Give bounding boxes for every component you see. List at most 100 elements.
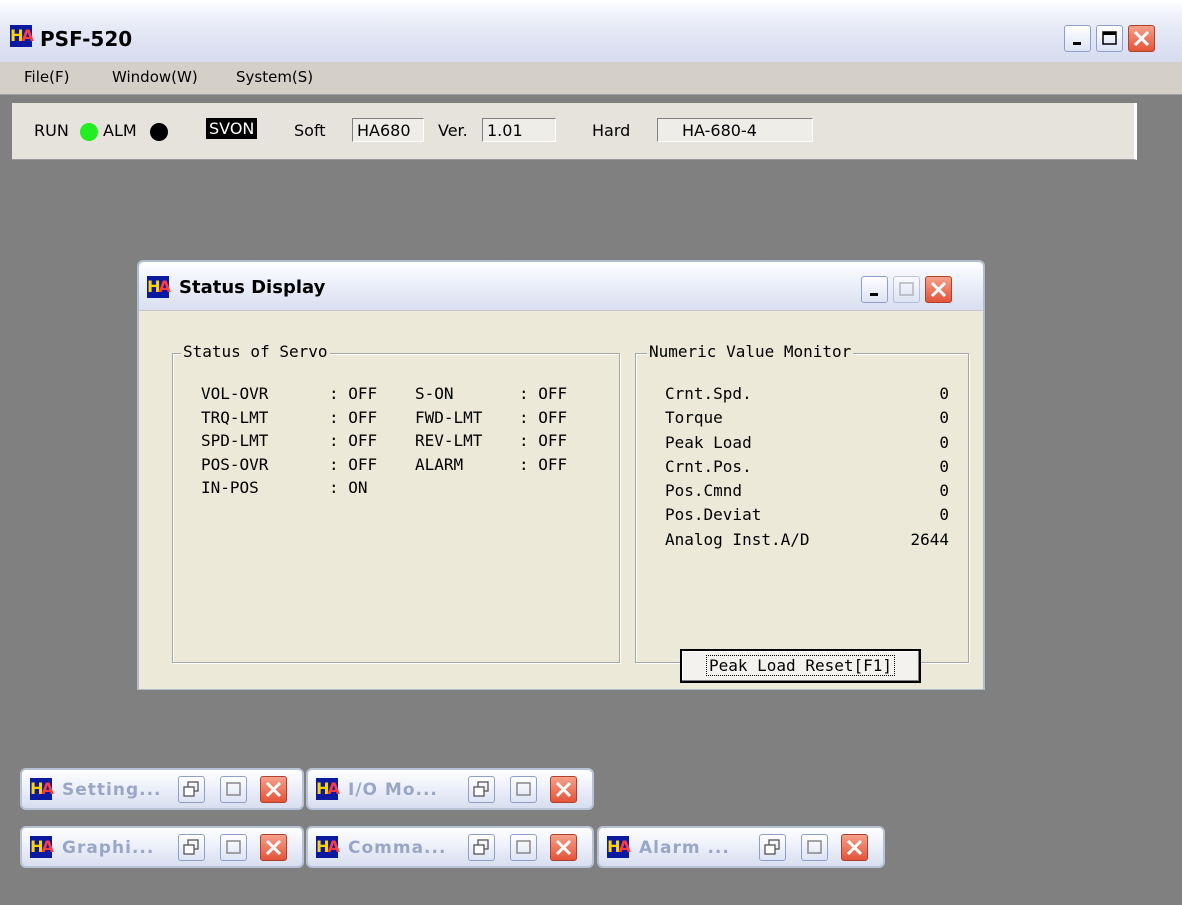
maximize-icon <box>516 782 531 796</box>
app-logo-icon: HA <box>607 836 631 858</box>
servo-flag-name: SPD-LMT <box>201 431 269 450</box>
monitor-row: Pos.Deviat 0 <box>665 505 949 529</box>
monitor-label: Crnt.Spd. <box>665 384 752 403</box>
numeric-monitor-legend: Numeric Value Monitor <box>647 342 854 361</box>
soft-value-field: HA680 <box>352 118 424 142</box>
maximize-button[interactable] <box>510 776 537 803</box>
app-logo-icon: HA <box>30 778 54 800</box>
maximize-button[interactable] <box>220 834 247 861</box>
maximize-icon <box>899 282 914 296</box>
monitor-label: Torque <box>665 408 723 428</box>
minimize-button[interactable] <box>1064 25 1091 52</box>
status-close-button[interactable] <box>925 276 952 303</box>
monitor-label: Analog Inst.A/D <box>665 529 810 549</box>
servo-flag-name: POS-OVR <box>201 454 269 474</box>
menu-window[interactable]: Window(W) <box>112 68 198 86</box>
servo-flag-name: VOL-OVR <box>201 384 269 403</box>
main-window: HA PSF-520 File(F) Window(W) System(S) R… <box>0 0 1182 905</box>
alm-led-icon <box>150 123 168 141</box>
maximize-button[interactable] <box>510 834 537 861</box>
monitor-row: Pos.Cmnd 0 <box>665 481 949 505</box>
monitor-row: Analog Inst.A/D 2644 <box>665 530 949 554</box>
menubar: File(F) Window(W) System(S) <box>0 62 1182 95</box>
close-icon <box>265 781 282 798</box>
servo-flag-value: : OFF <box>519 454 568 474</box>
menu-file[interactable]: File(F) <box>24 68 69 86</box>
ver-value-field: 1.01 <box>482 118 556 142</box>
monitor-label: Pos.Cmnd <box>665 481 743 501</box>
minimized-title: Comma... <box>348 838 447 858</box>
maximize-icon <box>516 840 531 854</box>
minimized-title: Alarm ... <box>639 838 730 858</box>
minimized-window-command[interactable]: HA Comma... <box>306 826 594 868</box>
menu-system[interactable]: System(S) <box>236 68 313 86</box>
servo-flag-value: : OFF <box>329 384 378 403</box>
monitor-row: Peak Load 0 <box>665 433 949 457</box>
monitor-value: 2644 <box>910 529 949 549</box>
monitor-label: Crnt.Pos. <box>665 456 752 476</box>
servo-flag-name: IN-POS <box>201 478 259 497</box>
close-button[interactable] <box>550 834 577 861</box>
minimize-icon <box>870 293 878 296</box>
close-button[interactable] <box>260 834 287 861</box>
ver-label: Ver. <box>438 121 468 140</box>
servo-flag-name: REV-LMT <box>415 431 483 450</box>
svon-indicator: SVON <box>206 118 258 139</box>
maximize-button[interactable] <box>801 834 828 861</box>
minimized-title: Setting... <box>62 780 162 800</box>
peak-load-reset-label: Peak Load Reset[F1] <box>705 655 896 676</box>
maximize-icon <box>1102 31 1117 45</box>
servo-flag-name: TRQ-LMT <box>201 407 269 427</box>
alm-label: ALM <box>103 121 137 140</box>
servo-status-legend: Status of Servo <box>181 342 330 361</box>
peak-load-reset-button[interactable]: Peak Load Reset[F1] <box>680 649 921 683</box>
restore-button[interactable] <box>759 834 786 861</box>
restore-icon <box>183 781 199 797</box>
minimized-window-graphic[interactable]: HA Graphi... <box>20 826 304 868</box>
main-titlebar[interactable]: HA PSF-520 <box>0 0 1182 63</box>
minimize-icon <box>1073 42 1081 45</box>
status-minimize-button[interactable] <box>861 276 888 303</box>
restore-icon <box>473 781 489 797</box>
soft-label: Soft <box>294 121 326 140</box>
servo-flag-name: S-ON <box>415 384 454 403</box>
maximize-button[interactable] <box>1096 25 1123 52</box>
monitor-row: Crnt.Spd. 0 <box>665 384 949 408</box>
maximize-button[interactable] <box>220 776 247 803</box>
status-toolbar: RUN ALM SVON Soft HA680 Ver. 1.01 Hard H… <box>12 103 1137 160</box>
status-display-title: Status Display <box>179 277 326 298</box>
monitor-value: 0 <box>939 505 949 525</box>
restore-button[interactable] <box>468 834 495 861</box>
window-title: PSF-520 <box>40 27 133 51</box>
restore-button[interactable] <box>178 834 205 861</box>
servo-flag-value: : OFF <box>519 384 568 403</box>
app-logo-icon: HA <box>147 276 171 298</box>
minimized-window-io-monitor[interactable]: HA I/O Mo... <box>306 768 594 810</box>
minimized-window-setting[interactable]: HA Setting... <box>20 768 304 810</box>
monitor-value: 0 <box>939 432 949 452</box>
servo-flag-name: FWD-LMT <box>415 407 483 427</box>
monitor-value: 0 <box>939 408 949 428</box>
app-logo-icon: HA <box>316 836 340 858</box>
monitor-label: Pos.Deviat <box>665 505 762 525</box>
close-button[interactable] <box>1128 25 1155 52</box>
app-logo-icon: HA <box>30 836 54 858</box>
app-logo-icon: HA <box>10 25 34 47</box>
servo-flag-name: ALARM <box>415 454 464 474</box>
numeric-monitor-rows: Crnt.Spd. 0 Torque 0 Peak Load 0 Crnt.Pos. 0 Pos… <box>665 384 949 554</box>
maximize-icon <box>807 840 822 854</box>
restore-icon <box>764 839 780 855</box>
restore-button[interactable] <box>468 776 495 803</box>
close-button[interactable] <box>260 776 287 803</box>
minimized-title: I/O Mo... <box>348 780 438 800</box>
hard-label: Hard <box>592 121 631 140</box>
monitor-value: 0 <box>939 456 949 476</box>
close-button[interactable] <box>841 834 868 861</box>
close-button[interactable] <box>550 776 577 803</box>
restore-button[interactable] <box>178 776 205 803</box>
status-maximize-button[interactable] <box>893 276 920 303</box>
minimized-window-alarm[interactable]: HA Alarm ... <box>597 826 885 868</box>
minimized-title: Graphi... <box>62 838 155 858</box>
status-display-titlebar[interactable]: HA Status Display <box>139 262 983 310</box>
close-icon <box>555 781 572 798</box>
